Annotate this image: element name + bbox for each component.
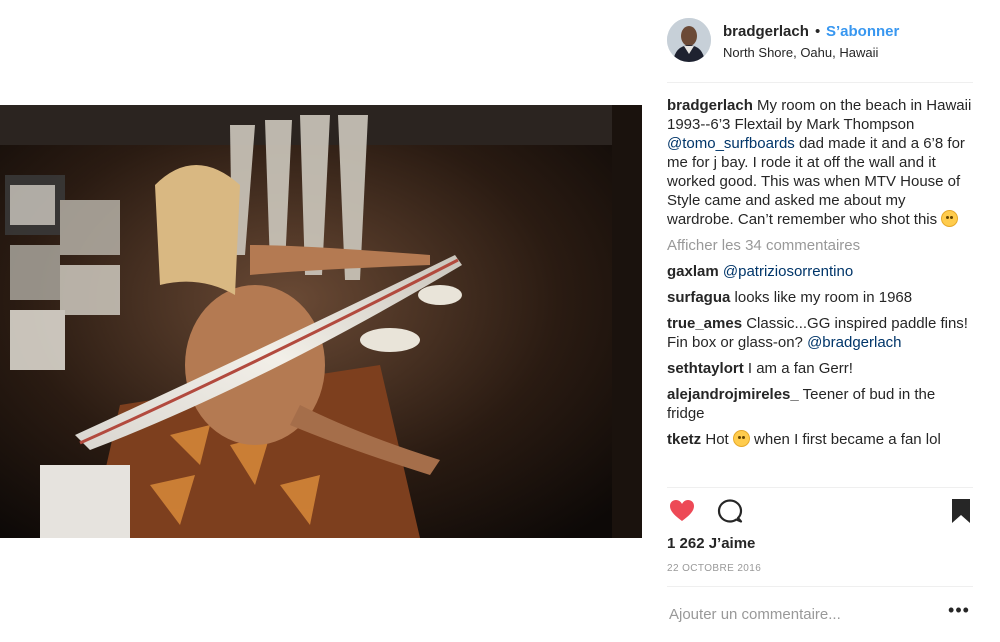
comment-mention[interactable]: @patriziosorrentino bbox=[723, 263, 853, 280]
more-options-button[interactable]: ••• bbox=[948, 601, 970, 625]
list-item: alejandrojmireles_ Teener of bud in the … bbox=[667, 385, 973, 423]
comments-list: bradgerlach My room on the beach in Hawa… bbox=[667, 96, 973, 449]
surfer-photo bbox=[0, 105, 642, 538]
save-button[interactable] bbox=[947, 497, 975, 525]
list-item: tketz Hot when I first became a fan lol bbox=[667, 430, 973, 449]
comment-username[interactable]: tketz bbox=[667, 431, 701, 448]
comment-username[interactable]: sethtaylort bbox=[667, 360, 744, 377]
divider bbox=[667, 487, 973, 488]
like-button[interactable] bbox=[668, 497, 696, 525]
divider bbox=[667, 82, 973, 83]
post-header: bradgerlach • S’abonner North Shore, Oah… bbox=[667, 18, 973, 64]
avatar-icon bbox=[667, 18, 711, 62]
add-comment-input[interactable] bbox=[669, 603, 929, 625]
caption-mention[interactable]: @tomo_surfboards bbox=[667, 135, 795, 152]
heart-icon bbox=[670, 500, 694, 521]
post-sidebar: bradgerlach • S’abonner North Shore, Oah… bbox=[667, 0, 973, 642]
comment-username[interactable]: true_ames bbox=[667, 315, 742, 332]
list-item: sethtaylort I am a fan Gerr! bbox=[667, 359, 973, 378]
separator-dot: • bbox=[815, 23, 821, 40]
grimacing-emoji-icon bbox=[941, 210, 959, 227]
comment-text: looks like my room in 1968 bbox=[730, 289, 913, 306]
comment-text: I am a fan Gerr! bbox=[743, 360, 853, 377]
post-date[interactable]: 22 OCTOBRE 2016 bbox=[667, 563, 761, 574]
post-caption: bradgerlach My room on the beach in Hawa… bbox=[667, 96, 973, 229]
post-location[interactable]: North Shore, Oahu, Hawaii bbox=[723, 45, 878, 60]
bookmark-icon bbox=[952, 499, 970, 523]
post-photo[interactable] bbox=[0, 105, 642, 538]
view-all-comments-link[interactable]: Afficher les 34 commentaires bbox=[667, 236, 973, 255]
list-item: gaxlam @patriziosorrentino bbox=[667, 262, 973, 281]
follow-button[interactable]: S’abonner bbox=[826, 23, 899, 40]
divider bbox=[667, 586, 973, 587]
list-item: surfagua looks like my room in 1968 bbox=[667, 288, 973, 307]
comment-username[interactable]: alejandrojmireles_ bbox=[667, 386, 799, 403]
comment-username[interactable]: surfagua bbox=[667, 289, 730, 306]
comment-mention[interactable]: @bradgerlach bbox=[807, 334, 901, 351]
comment-username[interactable]: gaxlam bbox=[667, 263, 719, 280]
action-bar bbox=[667, 497, 973, 525]
likes-count[interactable]: 1 262 J’aime bbox=[667, 535, 755, 552]
comment-text: Hot bbox=[701, 431, 733, 448]
comment-button[interactable] bbox=[716, 497, 744, 525]
profile-avatar[interactable] bbox=[667, 18, 711, 62]
post-username[interactable]: bradgerlach bbox=[723, 23, 809, 40]
list-item: true_ames Classic...GG inspired paddle f… bbox=[667, 314, 973, 352]
comment-icon bbox=[717, 499, 743, 523]
caption-username[interactable]: bradgerlach bbox=[667, 97, 753, 114]
comment-text-2: when I first became a fan lol bbox=[749, 431, 941, 448]
relieved-emoji-icon bbox=[732, 430, 750, 447]
